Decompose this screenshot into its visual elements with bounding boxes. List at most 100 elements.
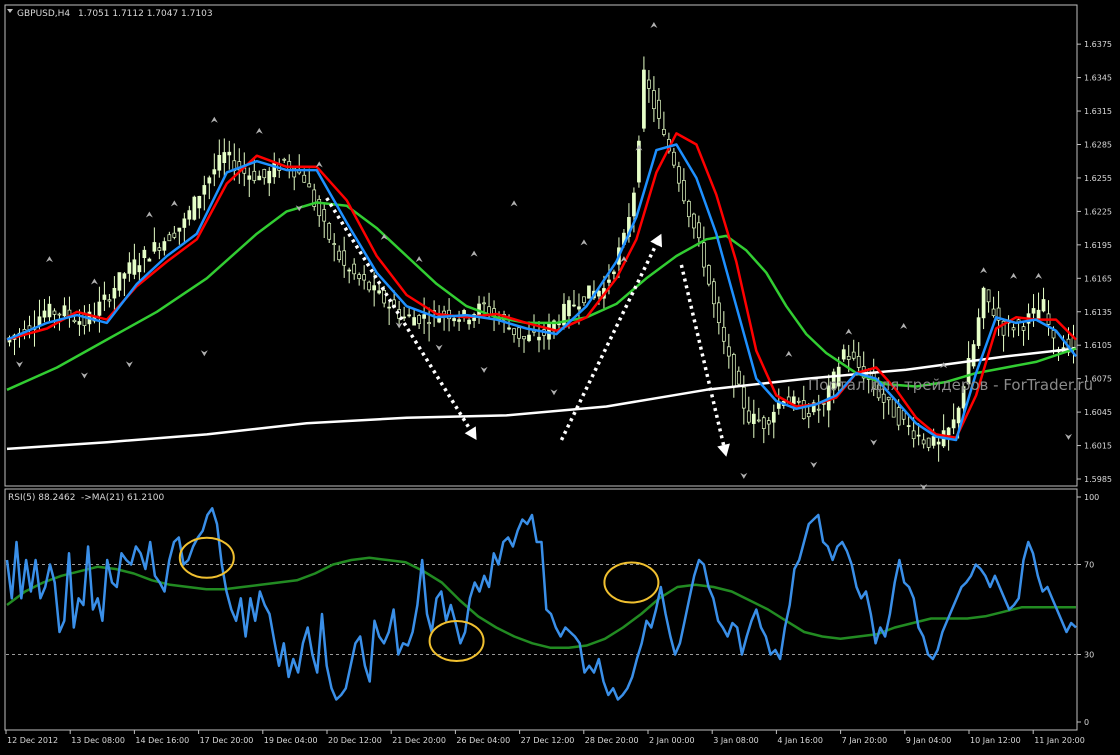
candle-bull: [127, 262, 132, 274]
time-tick-label: 21 Dec 20:00: [392, 736, 446, 745]
candle-bull: [62, 305, 67, 317]
time-tick-label: 11 Jan 20:00: [1034, 736, 1085, 745]
candle-bear: [921, 439, 926, 445]
time-tick-label: 10 Jan 12:00: [970, 736, 1021, 745]
candle-bear: [796, 400, 801, 403]
candle-bull: [212, 169, 217, 175]
price-tick-label: 1.6315: [1084, 107, 1112, 116]
trading-terminal: 1.6375 1.6345 1.6315 1.6285 1.6255 1.6225 1.61…: [0, 0, 1120, 750]
candle-bear: [342, 250, 347, 266]
candle-bear: [986, 289, 991, 303]
candle-bear: [652, 90, 656, 110]
candle-bear: [687, 201, 691, 218]
candle-bull: [577, 306, 581, 310]
candle-bear: [362, 274, 367, 281]
candle-bear: [262, 169, 267, 179]
candle-bear: [711, 281, 716, 305]
time-tick-label: 26 Dec 04:00: [456, 736, 510, 745]
price-tick-label: 1.5985: [1084, 475, 1112, 484]
candle-bear: [692, 213, 696, 229]
candle-bear: [382, 290, 386, 304]
candle-bear: [672, 151, 676, 166]
candle-bear: [107, 299, 112, 302]
candle-bear: [716, 302, 721, 324]
candle-bear: [662, 128, 666, 135]
candle-bear: [911, 430, 916, 440]
candle-bull: [132, 259, 137, 275]
candle-bull: [197, 195, 202, 209]
candle-bear: [821, 402, 826, 405]
candle-bear: [352, 263, 357, 275]
candle-bull: [422, 314, 426, 319]
candle-bull: [537, 336, 541, 341]
candle-bull: [936, 441, 941, 445]
time-tick-label: 2 Jan 00:00: [649, 736, 695, 745]
candle-bull: [147, 258, 152, 262]
candle-bear: [252, 170, 257, 181]
candle-bull: [931, 436, 936, 446]
candle-bull: [597, 290, 601, 297]
time-tick-label: 9 Jan 04:00: [906, 736, 952, 745]
candle-bull: [222, 152, 227, 164]
time-tick-label: 20 Dec 12:00: [328, 736, 382, 745]
candle-bear: [172, 232, 177, 238]
candle-bull: [946, 427, 951, 436]
time-tick-label: 28 Dec 20:00: [585, 736, 639, 745]
candle-bear: [721, 326, 726, 342]
candle-bear: [702, 242, 706, 268]
candle-bear: [337, 250, 342, 261]
candle-bear: [756, 419, 761, 422]
candle-bull: [612, 271, 616, 275]
candle-bull: [587, 285, 591, 299]
candle-bear: [512, 328, 516, 335]
candle-bear: [746, 410, 751, 423]
candle-bull: [791, 396, 796, 405]
candle-bull: [771, 411, 776, 423]
candle-bull: [981, 287, 986, 319]
candle-bear: [881, 393, 886, 403]
candle-bull: [507, 327, 511, 330]
price-tick-label: 1.6375: [1084, 40, 1112, 49]
candle-bull: [607, 279, 611, 283]
price-tick-label: 1.6345: [1084, 74, 1112, 83]
time-tick-label: 3 Jan 08:00: [713, 736, 759, 745]
candle-bull: [567, 300, 571, 317]
time-tick-label: 12 Dec 2012: [7, 736, 58, 745]
candle-bear: [991, 308, 996, 316]
candle-bear: [846, 356, 851, 360]
candle-bull: [971, 344, 976, 367]
candle-bear: [367, 281, 372, 291]
candle-bear: [517, 327, 521, 339]
candle-bull: [467, 319, 471, 325]
price-chart-window[interactable]: 1.6375 1.6345 1.6315 1.6285 1.6255 1.6225 1.61…: [0, 0, 1120, 750]
candle-bull: [227, 151, 232, 156]
candle-bear: [442, 310, 446, 315]
candle-bull: [951, 419, 956, 429]
candle-bear: [1011, 327, 1016, 331]
price-tick-label: 1.6015: [1084, 442, 1112, 451]
candle-bear: [582, 296, 586, 304]
candle-bear: [657, 99, 661, 119]
rsi-tick-label: 100: [1084, 493, 1099, 502]
candle-bull: [1041, 299, 1046, 312]
candle-bear: [427, 322, 431, 325]
candle-bear: [417, 315, 421, 324]
candle-bear: [806, 413, 811, 418]
candle-bull: [247, 175, 252, 180]
candle-bull: [452, 318, 456, 322]
rsi-ma-label: ->MA(21) 61.2100: [81, 493, 165, 503]
candle-bear: [896, 407, 901, 426]
candle-bear: [736, 370, 741, 385]
candle-bull: [527, 334, 531, 342]
candle-bull: [192, 196, 197, 220]
candle-bear: [57, 313, 62, 316]
price-tick-label: 1.6105: [1084, 341, 1112, 350]
time-tick-label: 4 Jan 16:00: [777, 736, 823, 745]
candle-bear: [886, 396, 891, 401]
candle-bull: [142, 249, 147, 259]
candle-bear: [851, 351, 856, 359]
candle-bull: [387, 306, 391, 309]
candle-bear: [647, 79, 651, 89]
candle-bear: [706, 265, 711, 285]
candle-bull: [137, 265, 142, 273]
